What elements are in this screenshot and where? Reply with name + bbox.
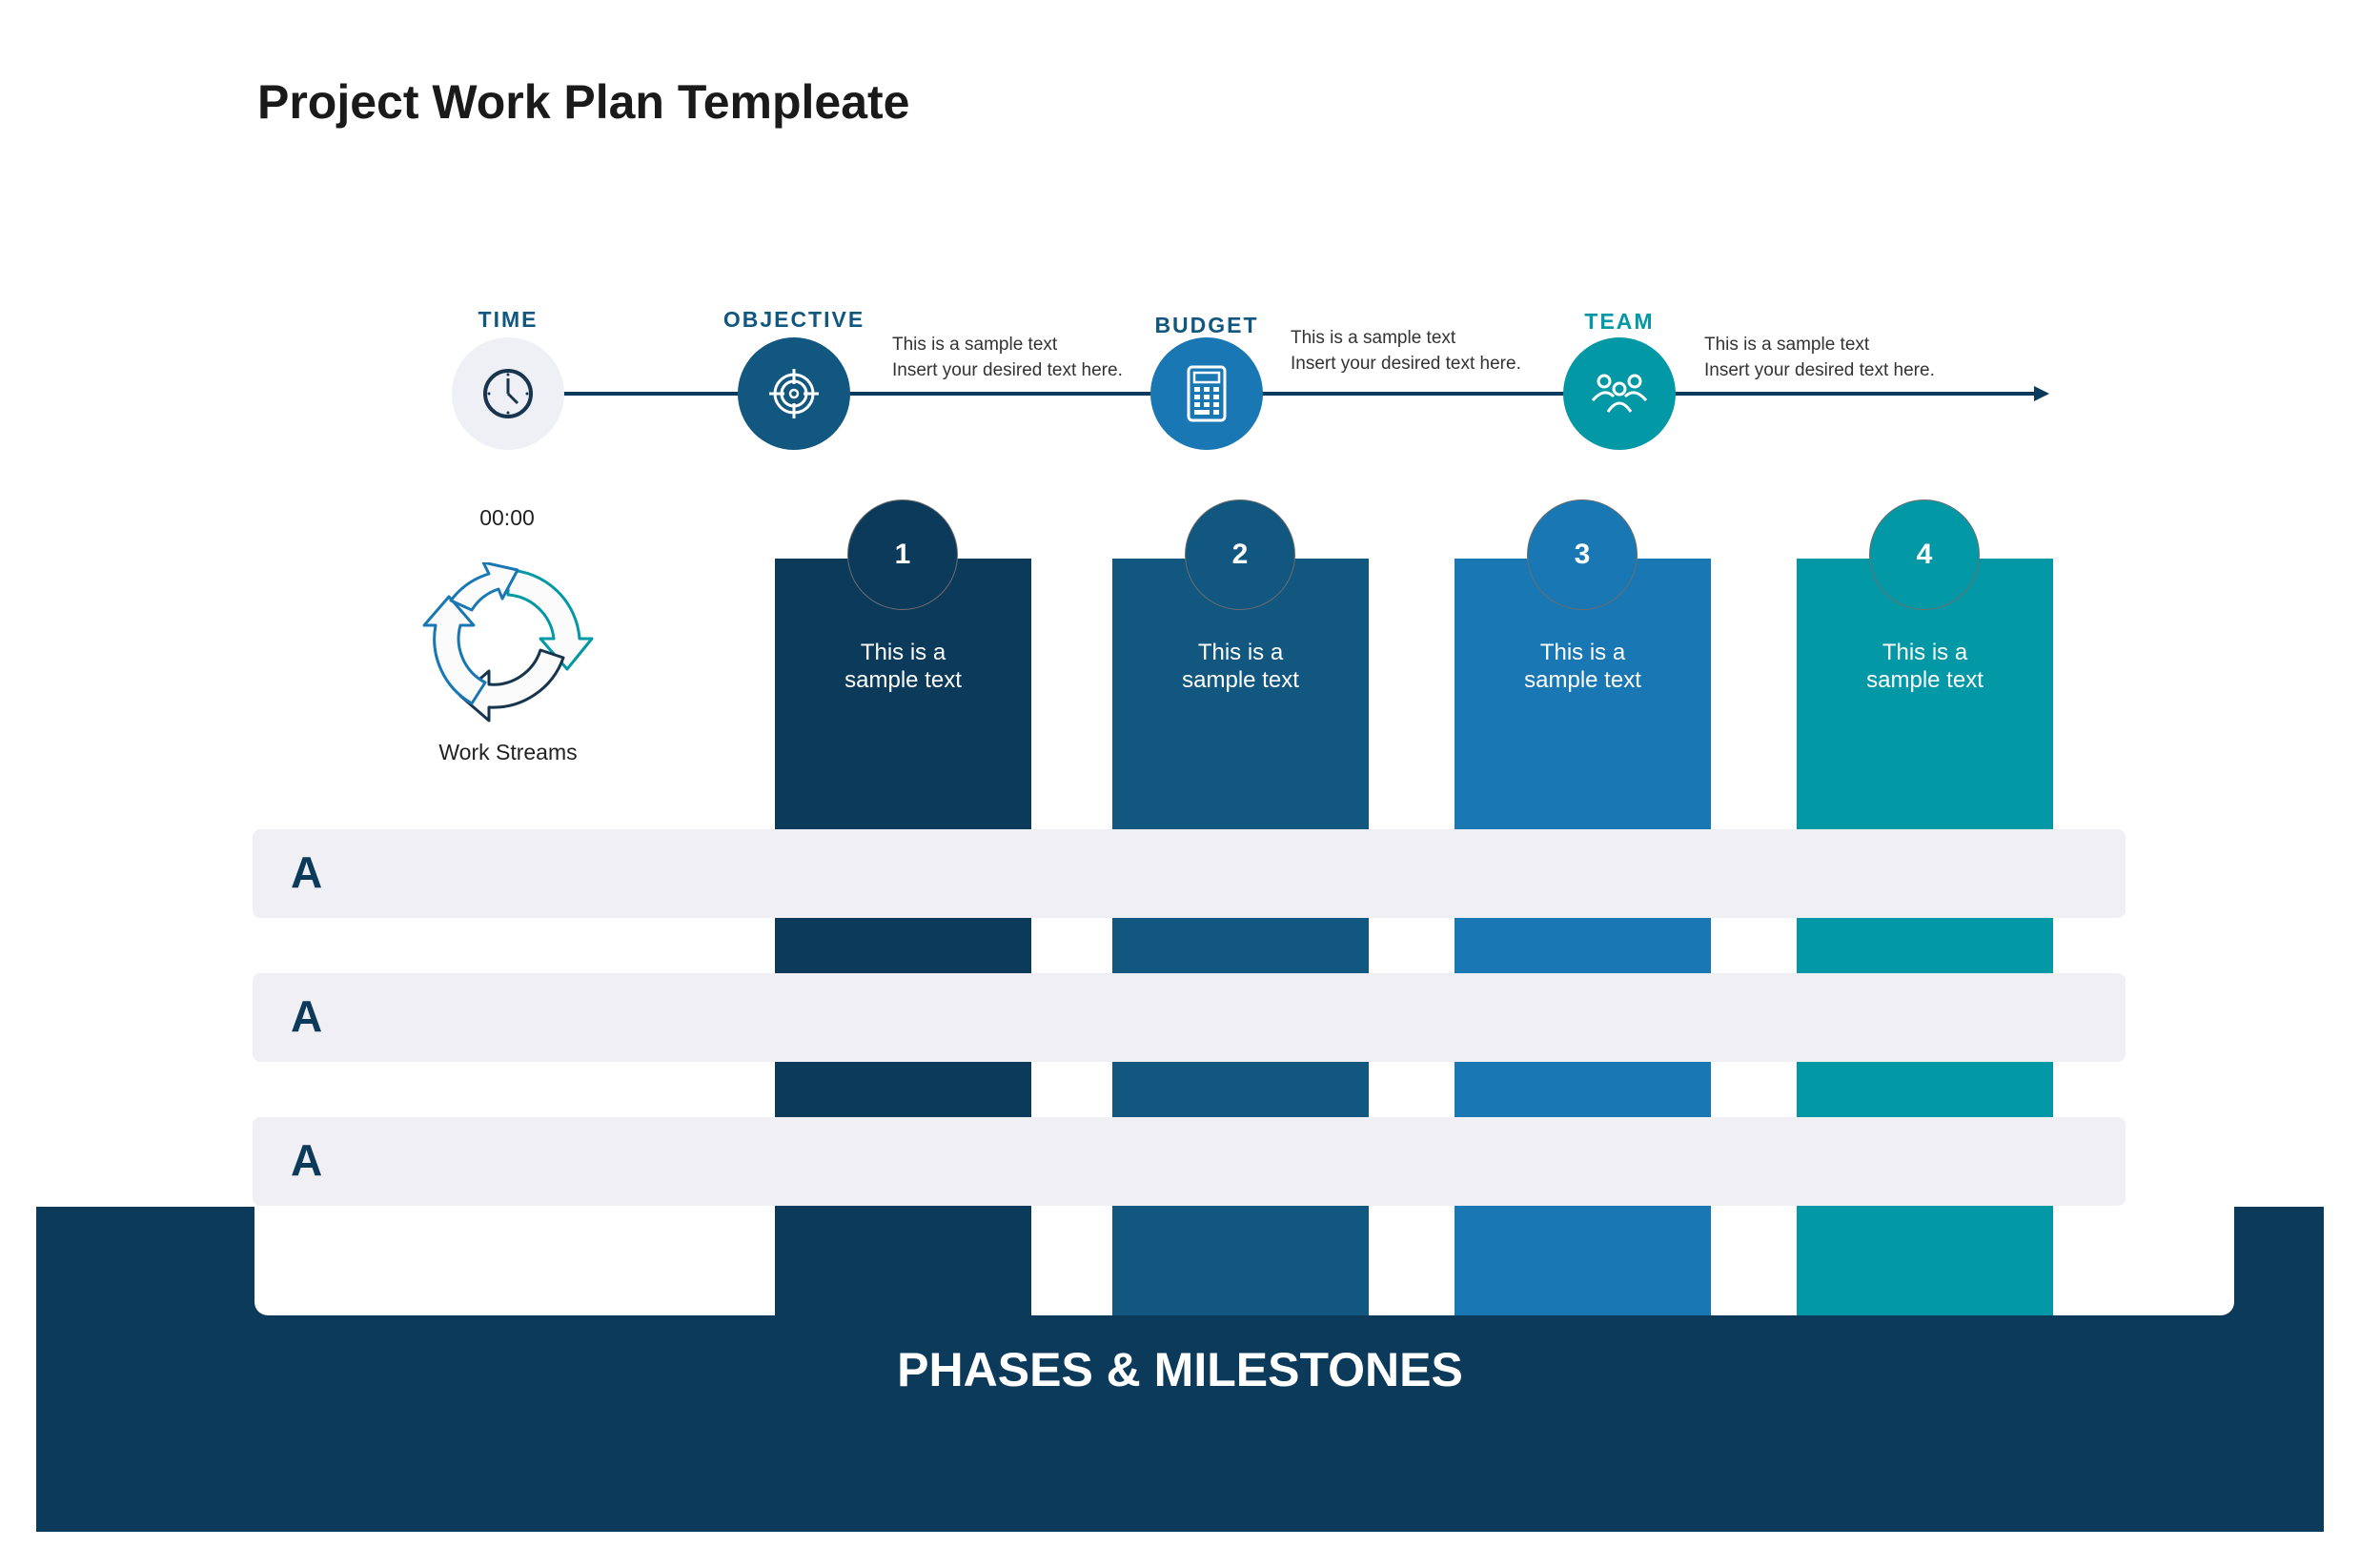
work-streams-label: Work Streams [438,740,578,764]
time-circle[interactable] [452,337,564,450]
phase-text-line1: This is a [1539,640,1626,665]
phase-text-line1: This is a [860,640,946,665]
phase-text-2: This is a sample text [1112,639,1369,694]
objective-description: This is a sample text Insert your desire… [892,332,1123,383]
team-circle[interactable] [1563,337,1676,450]
team-description: This is a sample text Insert your desire… [1704,332,1935,383]
budget-desc-line1: This is a sample text [1291,328,1456,348]
phase-number-4: 4 [1869,499,1980,610]
phase-text-line1: This is a [1197,640,1284,665]
budget-label: BUDGET [1154,313,1259,337]
phase-number-2: 2 [1185,499,1295,610]
phase-number-1: 1 [847,499,958,610]
row-label: A [291,847,323,897]
time-value: 00:00 [479,505,535,530]
time-label: TIME [478,307,539,332]
budget-desc-line2: Insert your desired text here. [1291,354,1521,374]
phase-text-3: This is a sample text [1455,639,1711,694]
phase-text-1: This is a sample text [775,639,1031,694]
team-desc-line1: This is a sample text [1704,335,1870,355]
clock-icon [483,369,533,418]
phase-text-4: This is a sample text [1797,639,2053,694]
phases-band-title: PHASES & MILESTONES [897,1343,1463,1396]
budget-description: This is a sample text Insert your desire… [1291,325,1521,377]
target-icon [769,369,819,418]
objective-label: OBJECTIVE [722,307,865,332]
objective-circle[interactable] [738,337,850,450]
team-desc-line2: Insert your desired text here. [1704,360,1935,380]
row-label: A [291,991,323,1041]
phase-text-line2: sample text [1524,667,1641,693]
budget-circle[interactable] [1150,337,1263,450]
team-icon [1591,374,1648,413]
timeline-arrowhead-icon [2034,386,2049,401]
phase-text-line2: sample text [1866,667,1984,693]
calculator-icon [1187,365,1227,422]
work-stream-row-2[interactable]: A [253,973,2126,1062]
phase-number-3: 3 [1527,499,1638,610]
phase-text-line2: sample text [844,667,962,693]
team-label: TEAM [1584,309,1655,334]
work-stream-row-1[interactable]: A [253,829,2126,918]
phase-text-line2: sample text [1182,667,1299,693]
phase-text-line1: This is a [1882,640,1968,665]
objective-desc-line2: Insert your desired text here. [892,360,1123,380]
row-label: A [291,1135,323,1185]
page-title: Project Work Plan Templeate [257,75,910,129]
cycle-arrows-icon [422,560,594,729]
objective-desc-line1: This is a sample text [892,335,1058,355]
work-stream-row-3[interactable]: A [253,1117,2126,1206]
